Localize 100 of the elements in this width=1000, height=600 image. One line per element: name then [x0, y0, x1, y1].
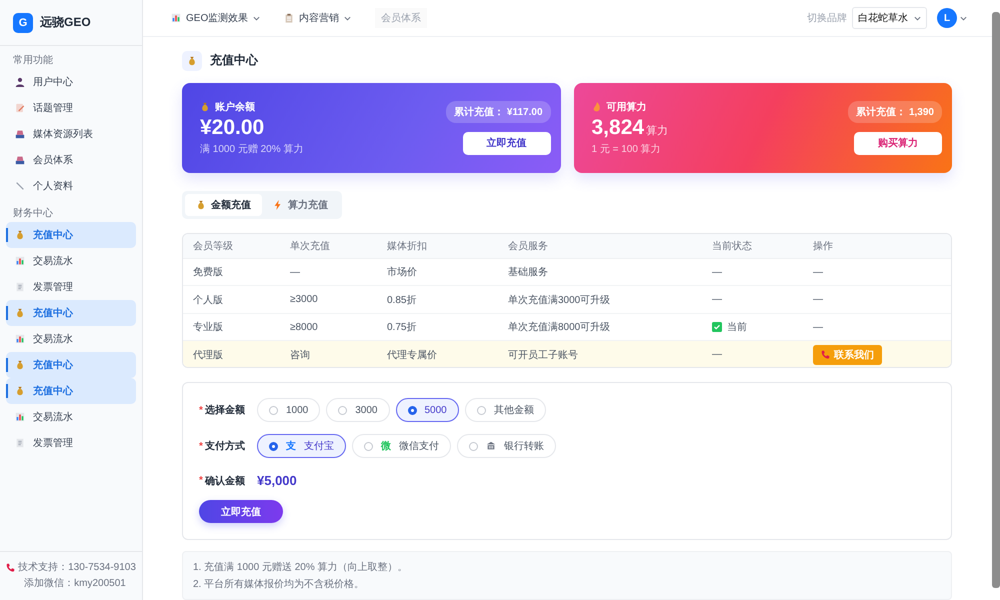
option-label: 微信支付 — [399, 440, 439, 453]
money-bag-icon — [15, 360, 25, 370]
pen-icon — [15, 181, 25, 191]
table-cell-text: 咨询 — [289, 348, 311, 363]
payment-option[interactable]: 支 支付宝 — [257, 434, 346, 458]
card-value: ¥20.00 — [200, 116, 264, 140]
sidebar-item[interactable]: 交易流水 — [6, 326, 136, 352]
lightning-icon — [273, 200, 283, 210]
card-value: 3,824 — [592, 116, 644, 140]
option-label: 支付宝 — [304, 440, 334, 453]
sidebar-item[interactable]: 交易流水 — [6, 248, 136, 274]
amount-option[interactable]: 其他金额 — [464, 398, 546, 422]
nav-item[interactable]: GEO监测效果 — [171, 11, 260, 25]
bar-chart-icon — [171, 13, 181, 23]
card-button[interactable]: 购买算力 — [854, 132, 942, 155]
section-title: 财务中心 — [12, 206, 54, 221]
sidebar-item[interactable]: 发票管理 — [6, 430, 136, 456]
person-icon — [15, 77, 25, 87]
phone-icon — [821, 350, 830, 360]
payment-option[interactable]: 银行转账 — [457, 434, 556, 458]
caret-icon — [253, 14, 260, 22]
submit-button[interactable]: 立即充值 — [199, 500, 283, 523]
sidebar-item[interactable]: 充值中心 — [6, 352, 136, 378]
sidebar-item[interactable]: 充值中心 — [6, 222, 136, 248]
sidebar-item[interactable]: 发票管理 — [6, 274, 136, 300]
sidebar-item[interactable]: 个人资料 — [6, 173, 136, 199]
radio-button[interactable] — [408, 406, 416, 414]
page-title: 充值中心 — [210, 52, 258, 70]
table-cell-text: — — [711, 348, 723, 362]
field-label: 选择金额 — [204, 403, 245, 417]
brand-name: 远骁GEO — [40, 14, 91, 31]
option-label: 1000 — [286, 404, 308, 416]
confirm-amount: ¥5,000 — [257, 473, 297, 488]
table-cell-text: — — [711, 266, 723, 280]
field-label: 支付方式 — [204, 439, 245, 453]
column-header: 单次充值 — [289, 240, 331, 254]
caret-icon — [960, 14, 967, 22]
brand-select[interactable]: 白花蛇草水 — [852, 7, 927, 29]
radio-button[interactable] — [364, 442, 373, 450]
support-text: 添加微信：kmy200501 — [23, 576, 126, 590]
sidebar-item[interactable]: 话题管理 — [6, 95, 136, 121]
option-label: 银行转账 — [504, 440, 544, 453]
amount-option[interactable]: 1000 — [257, 398, 320, 422]
tab[interactable]: 金额充值 — [185, 194, 262, 216]
note-text: 2. 平台所有媒体报价均为不含税价格。 — [193, 578, 366, 591]
card-hint: 满 1000 元赠 20% 算力 — [200, 142, 304, 156]
brand-switch-label: 切换品牌 — [807, 12, 847, 25]
required-mark: * — [199, 440, 203, 452]
sidebar-item[interactable]: 交易流水 — [6, 404, 136, 430]
scrollbar[interactable] — [992, 12, 1000, 588]
money-bag-icon — [15, 308, 25, 318]
sidebar-item[interactable]: 充值中心 — [6, 300, 136, 326]
amount-option[interactable]: 5000 — [396, 398, 459, 422]
sidebar-item[interactable]: 会员体系 — [6, 147, 136, 173]
table-cell-text: 0.85折 — [386, 294, 418, 308]
column-header: 会员服务 — [507, 240, 549, 254]
flame-icon — [592, 102, 602, 112]
table-cell-text: 个人版 — [192, 294, 224, 308]
option-label: 其他金额 — [494, 404, 534, 417]
clipboard-icon — [284, 13, 294, 23]
radio-button[interactable] — [338, 406, 348, 414]
sidebar-item[interactable]: 充值中心 — [6, 378, 136, 404]
money-bag-icon — [187, 56, 197, 66]
column-header: 会员等级 — [192, 240, 234, 254]
avatar[interactable]: L — [937, 8, 957, 28]
nav-item[interactable]: 内容营销 — [284, 11, 352, 25]
money-bag-icon — [15, 230, 25, 240]
total-badge: 累计充值： 1,390 — [848, 100, 942, 123]
tab[interactable]: 算力充值 — [262, 194, 339, 216]
table-cell-text: ≥3000 — [289, 293, 319, 308]
table-cell-text: — — [812, 266, 824, 280]
table-cell-text: — — [812, 293, 824, 308]
bar-chart-icon — [15, 334, 25, 344]
phone-icon — [6, 562, 16, 572]
amount-option[interactable]: 3000 — [326, 398, 390, 422]
table-cell-text: 单次充值满8000可升级 — [507, 320, 612, 336]
column-header: 媒体折扣 — [386, 240, 428, 254]
caret-icon — [914, 14, 921, 22]
alipay-icon: 支 — [286, 439, 296, 453]
sidebar-item[interactable]: 媒体资源列表 — [6, 121, 136, 147]
table-cell-text: 市场价 — [386, 266, 418, 280]
radio-button[interactable] — [269, 442, 278, 450]
radio-button[interactable] — [469, 442, 478, 450]
table-cell-text: — — [711, 293, 723, 308]
logo-mark: G — [13, 12, 33, 32]
table-cell-text: — — [812, 320, 824, 335]
radio-button[interactable] — [476, 406, 486, 414]
sidebar-item[interactable]: 用户中心 — [6, 69, 136, 95]
document-icon — [15, 282, 25, 292]
card-button[interactable]: 立即充值 — [462, 132, 550, 155]
table-cell-text: 0.75折 — [386, 321, 418, 336]
column-header: 当前状态 — [711, 240, 753, 254]
radio-button[interactable] — [269, 406, 278, 414]
table-cell-text: 当前 — [727, 320, 747, 334]
money-bag-icon — [15, 386, 25, 396]
bar-chart-icon — [15, 256, 25, 266]
table-cell-text: 可开员工子账号 — [507, 348, 579, 363]
option-label: 3000 — [355, 404, 378, 416]
card-title: 可用算力 — [606, 100, 646, 114]
payment-option[interactable]: 微 微信支付 — [352, 434, 451, 458]
